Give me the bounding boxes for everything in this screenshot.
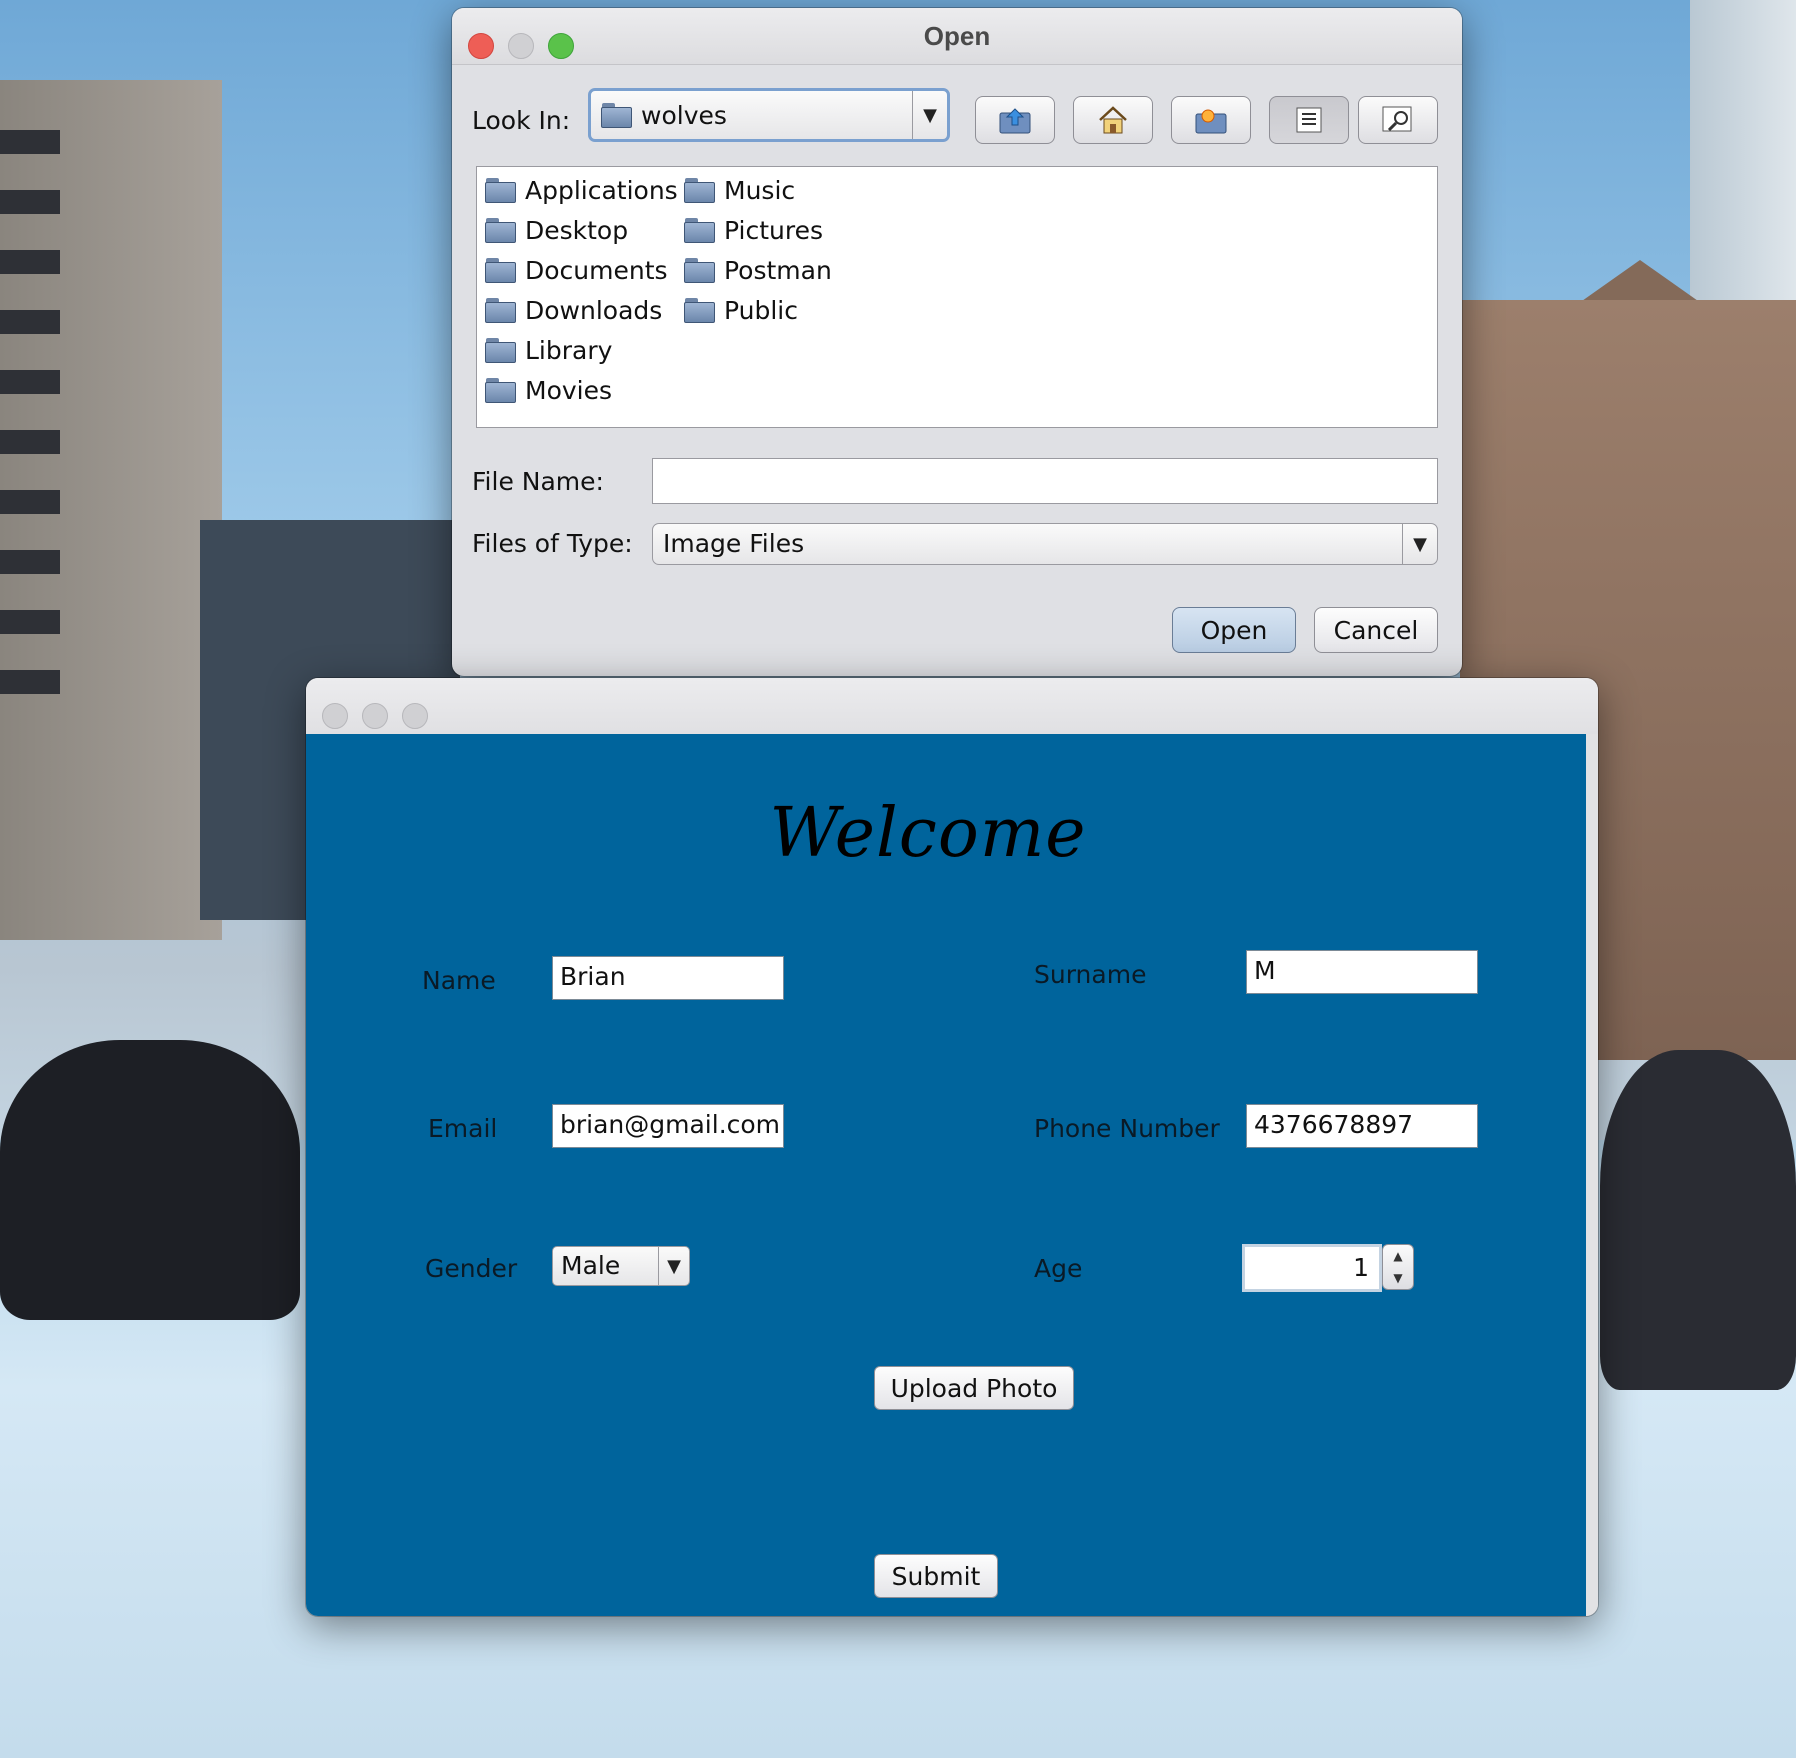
file-name-label: File Name: xyxy=(472,467,604,496)
name-input[interactable]: Brian xyxy=(552,956,784,1000)
file-name-input[interactable] xyxy=(652,458,1438,504)
form-window-titlebar xyxy=(306,678,1598,734)
surname-input[interactable]: M xyxy=(1246,950,1478,994)
up-one-level-icon xyxy=(999,108,1031,134)
home-icon xyxy=(1099,106,1127,134)
decrement-arrow-icon[interactable]: ▼ xyxy=(1383,1267,1413,1289)
folder-icon xyxy=(601,102,633,128)
chevron-down-icon: ▼ xyxy=(658,1247,689,1285)
cancel-button[interactable]: Cancel xyxy=(1314,607,1438,653)
folder-icon xyxy=(684,177,716,203)
form-content-panel: Welcome Name Brian Surname M Email brian… xyxy=(306,734,1586,1616)
up-one-level-button[interactable] xyxy=(975,96,1055,144)
file-list-item-label: Documents xyxy=(525,255,668,285)
file-list-item[interactable]: Downloads xyxy=(485,293,662,327)
file-list-item[interactable]: Desktop xyxy=(485,213,628,247)
file-list-item-label: Library xyxy=(525,335,613,365)
details-view-button[interactable] xyxy=(1358,96,1438,144)
surname-label: Surname xyxy=(1034,960,1147,989)
file-list-item[interactable]: Applications xyxy=(485,173,678,207)
age-label: Age xyxy=(1034,1254,1083,1283)
age-spinner-buttons: ▲ ▼ xyxy=(1382,1244,1414,1290)
file-list-item-label: Public xyxy=(724,295,798,325)
open-dialog-title: Open xyxy=(923,21,991,51)
folder-icon xyxy=(485,297,517,323)
file-list-item-label: Music xyxy=(724,175,796,205)
gender-value: Male xyxy=(561,1251,621,1280)
form-window-edge xyxy=(1586,734,1598,1616)
file-list-item-label: Pictures xyxy=(724,215,823,245)
files-of-type-value: Image Files xyxy=(663,529,805,558)
gender-select[interactable]: Male ▼ xyxy=(552,1246,690,1286)
list-view-button[interactable] xyxy=(1269,96,1349,144)
file-list-item[interactable]: Music xyxy=(684,173,795,207)
registration-form-window: Welcome Name Brian Surname M Email brian… xyxy=(306,678,1598,1616)
folder-icon xyxy=(684,257,716,283)
chevron-down-icon: ▼ xyxy=(912,91,947,139)
file-list-item-label: Movies xyxy=(525,375,613,405)
folder-icon xyxy=(485,217,517,243)
file-list-item[interactable]: Documents xyxy=(485,253,668,287)
folder-icon xyxy=(485,177,517,203)
phone-number-label: Phone Number xyxy=(1034,1114,1220,1143)
file-list-item[interactable]: Movies xyxy=(485,373,612,407)
wallpaper-skaters-left xyxy=(0,1040,300,1320)
phone-number-input[interactable]: 4376678897 xyxy=(1246,1104,1478,1148)
files-of-type-combo[interactable]: Image Files ▼ xyxy=(652,523,1438,565)
age-spinner-input[interactable]: 1 xyxy=(1242,1244,1382,1292)
details-view-icon xyxy=(1382,106,1412,132)
folder-icon xyxy=(684,217,716,243)
wallpaper-skaters-right xyxy=(1600,1050,1796,1390)
new-folder-button[interactable] xyxy=(1171,96,1251,144)
upload-photo-button[interactable]: Upload Photo xyxy=(874,1366,1074,1410)
list-view-icon xyxy=(1296,107,1322,133)
open-file-dialog: Open Look In: wolves ▼ Applications Desk… xyxy=(452,8,1462,676)
open-dialog-titlebar: Open xyxy=(452,8,1462,65)
look-in-label: Look In: xyxy=(472,106,571,135)
open-button[interactable]: Open xyxy=(1172,607,1296,653)
welcome-heading: Welcome xyxy=(769,794,1087,873)
file-list-item[interactable]: Public xyxy=(684,293,798,327)
email-label: Email xyxy=(428,1114,498,1143)
look-in-value: wolves xyxy=(641,101,727,130)
folder-icon xyxy=(485,257,517,283)
file-list-item[interactable]: Pictures xyxy=(684,213,823,247)
wallpaper-building-left xyxy=(0,80,222,940)
folder-icon xyxy=(684,297,716,323)
file-list-item[interactable]: Library xyxy=(485,333,612,367)
file-list-item-label: Applications xyxy=(525,175,678,205)
file-list-item-label: Downloads xyxy=(525,295,663,325)
file-list-item-label: Desktop xyxy=(525,215,629,245)
files-of-type-label: Files of Type: xyxy=(472,529,633,558)
folder-icon xyxy=(485,337,517,363)
chevron-down-icon: ▼ xyxy=(1402,524,1437,564)
close-window-button[interactable] xyxy=(322,703,348,729)
new-folder-icon xyxy=(1195,109,1227,134)
zoom-window-button[interactable] xyxy=(402,703,428,729)
increment-arrow-icon[interactable]: ▲ xyxy=(1383,1245,1413,1267)
email-input[interactable]: brian@gmail.com xyxy=(552,1104,784,1148)
file-list-item[interactable]: Postman xyxy=(684,253,832,287)
folder-icon xyxy=(485,377,517,403)
home-button[interactable] xyxy=(1073,96,1153,144)
name-label: Name xyxy=(422,966,496,995)
gender-label: Gender xyxy=(425,1254,518,1283)
minimize-window-button[interactable] xyxy=(362,703,388,729)
file-list-item-label: Postman xyxy=(724,255,832,285)
submit-button[interactable]: Submit xyxy=(874,1554,998,1598)
file-list[interactable]: Applications Desktop Documents Downloads Lib… xyxy=(476,166,1438,428)
look-in-combo[interactable]: wolves ▼ xyxy=(588,88,950,142)
